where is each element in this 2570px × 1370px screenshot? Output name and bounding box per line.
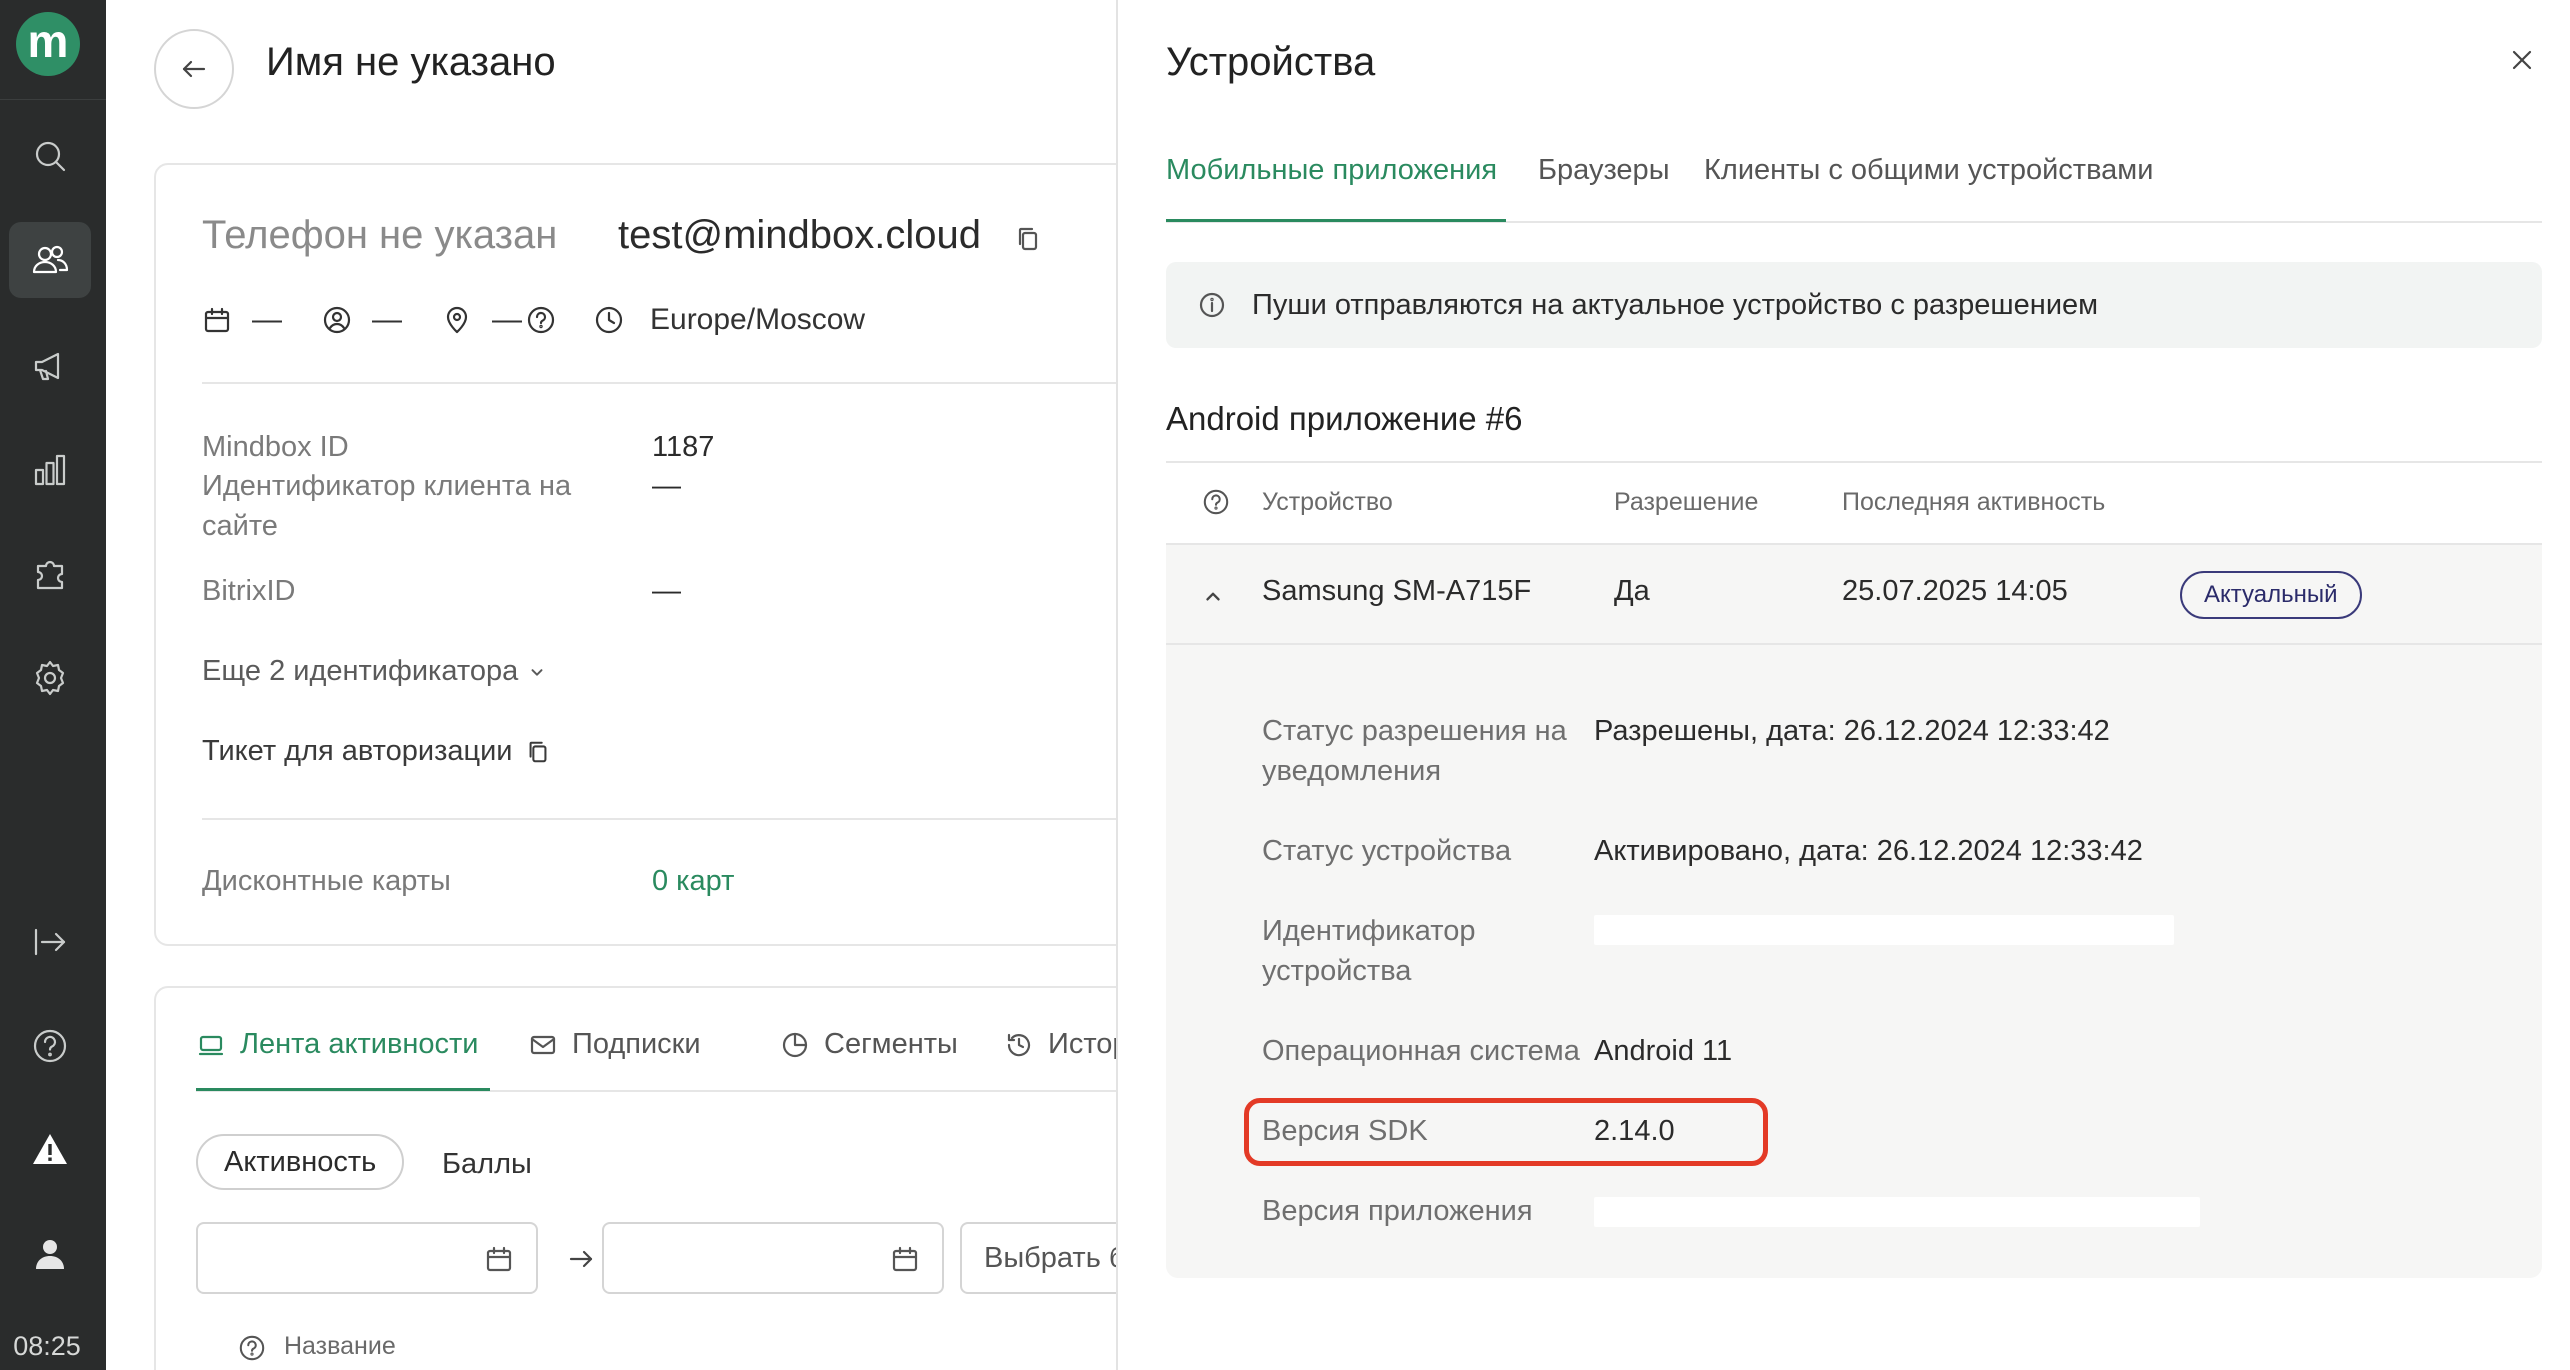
exit-icon[interactable]	[9, 904, 91, 980]
clock-icon	[595, 306, 623, 334]
help-circle-icon[interactable]	[238, 1334, 266, 1362]
redacted-app-version	[1594, 1197, 2200, 1227]
device-details: Статус разрешения на уведомления Разреше…	[1166, 645, 2542, 1278]
column-header-name: Название	[284, 1332, 396, 1360]
location-pin-icon	[446, 306, 468, 334]
detail-value: Активировано, дата: 26.12.2024 12:33:42	[1594, 835, 2143, 867]
auth-ticket[interactable]: Тикет для авторизации	[202, 735, 551, 768]
site-id-label: Идентификатор клиента на сайте	[202, 470, 572, 542]
detail-value: Разрешены, дата: 26.12.2024 12:33:42	[1594, 715, 2110, 747]
help-icon[interactable]	[9, 1008, 91, 1084]
search-icon[interactable]	[9, 118, 91, 194]
column-header-device: Устройство	[1262, 488, 1393, 516]
detail-label: Версия приложения	[1262, 1195, 1533, 1227]
help-circle-icon[interactable]	[1202, 488, 1230, 516]
status-badge: Актуальный	[2180, 571, 2362, 619]
profile-card: Телефон не указан test@mindbox.cloud — —…	[154, 163, 1116, 946]
highlight-annotation	[1244, 1098, 1768, 1166]
user-icon[interactable]	[9, 1216, 91, 1292]
device-permission: Да	[1614, 575, 1650, 607]
feed-icon	[198, 1035, 224, 1055]
detail-value: Android 11	[1594, 1035, 1733, 1067]
chevron-up-icon[interactable]	[1202, 585, 1224, 607]
calendar-icon	[486, 1246, 512, 1272]
redacted-device-id	[1594, 915, 2174, 945]
bitrix-id-label: BitrixID	[202, 575, 296, 607]
chevron-down-icon	[531, 668, 543, 676]
close-icon[interactable]	[2508, 46, 2536, 74]
device-name: Samsung SM-A715F	[1262, 575, 1532, 607]
pie-chart-icon	[782, 1032, 808, 1057]
divider	[202, 818, 1116, 820]
discount-cards-label: Дисконтные карты	[202, 865, 451, 897]
detail-label: Статус устройства	[1262, 835, 1512, 867]
email: test@mindbox.cloud	[618, 213, 982, 257]
help-circle-icon[interactable]	[526, 305, 556, 335]
date-to-input[interactable]	[602, 1222, 944, 1294]
active-tab-indicator	[1166, 219, 1506, 222]
detail-label: Операционная система	[1262, 1035, 1580, 1067]
sidebar-divider	[0, 99, 106, 100]
date-from-input[interactable]	[196, 1222, 538, 1294]
app-title: Android приложение #6	[1166, 400, 1523, 437]
timezone: Europe/Moscow	[594, 303, 865, 337]
device-row[interactable]: Samsung SM-A715F Да 25.07.2025 14:05 Акт…	[1166, 543, 2542, 645]
location: —	[442, 303, 556, 337]
person-circle-icon	[323, 306, 351, 334]
calendar-icon	[892, 1246, 918, 1272]
logo-letter: m	[27, 15, 69, 67]
drawer-title: Устройства	[1166, 40, 1376, 84]
integrations-icon[interactable]	[9, 536, 91, 612]
site-id-value: —	[652, 470, 681, 502]
copy-icon[interactable]	[1014, 225, 1042, 253]
megaphone-icon[interactable]	[9, 328, 91, 404]
customer-page: Имя не указано Телефон не указан test@mi…	[106, 0, 1116, 1370]
arrow-right-icon	[569, 1250, 593, 1268]
arrow-left-icon	[182, 60, 206, 78]
mail-icon	[530, 1035, 556, 1054]
phone: Телефон не указан	[202, 213, 558, 257]
sidebar: m 08:25	[0, 0, 106, 1370]
back-button[interactable]	[154, 29, 234, 109]
choose-select[interactable]: Выбрать б	[960, 1222, 1116, 1294]
mindbox-id-label: Mindbox ID	[202, 431, 349, 463]
warning-icon[interactable]	[9, 1112, 91, 1188]
tab-shared-devices[interactable]: Клиенты с общими устройствами	[1704, 154, 2153, 187]
tab-browsers[interactable]: Браузеры	[1538, 154, 1670, 187]
birthday: —	[202, 303, 282, 337]
copy-icon[interactable]	[525, 739, 551, 765]
mindbox-id-value: 1187	[652, 431, 715, 463]
activity-card: Лента активности Подписки Сегменты Истор…	[154, 986, 1116, 1370]
gender: —	[322, 303, 402, 337]
mindbox-logo[interactable]: m	[16, 12, 80, 76]
chip-activity[interactable]: Активность	[196, 1134, 405, 1190]
divider	[1166, 461, 2542, 463]
tab-history[interactable]: История	[1004, 1028, 1116, 1061]
history-icon	[1007, 1033, 1031, 1056]
chip-points[interactable]: Баллы	[442, 1148, 532, 1181]
info-notice: Пуши отправляются на актуальное устройст…	[1166, 262, 2542, 348]
analytics-icon[interactable]	[9, 432, 91, 508]
detail-label: Статус разрешения на уведомления	[1262, 715, 1567, 787]
active-tab-indicator	[196, 1088, 490, 1091]
customers-icon[interactable]	[9, 222, 91, 298]
discount-cards-link[interactable]: 0 карт	[652, 861, 734, 901]
tab-activity-feed[interactable]: Лента активности	[196, 1028, 478, 1061]
divider	[202, 382, 1116, 384]
tab-subscriptions[interactable]: Подписки	[528, 1028, 701, 1061]
tab-mobile-apps[interactable]: Мобильные приложения	[1166, 154, 1497, 187]
info-icon	[1199, 292, 1225, 318]
bitrix-id-value: —	[652, 575, 681, 607]
page-title: Имя не указано	[266, 40, 556, 84]
column-header-permission: Разрешение	[1614, 488, 1759, 516]
settings-icon[interactable]	[9, 640, 91, 716]
more-identifiers-toggle[interactable]: Еще 2 идентификатора	[202, 655, 546, 688]
calendar-icon	[204, 307, 230, 333]
tab-segments[interactable]: Сегменты	[780, 1028, 958, 1061]
clock-time: 08:25	[13, 1331, 81, 1361]
detail-label: Идентификатор устройства	[1262, 915, 1476, 987]
column-header-last-activity: Последняя активность	[1842, 488, 2106, 516]
device-last-activity: 25.07.2025 14:05	[1842, 575, 2068, 607]
